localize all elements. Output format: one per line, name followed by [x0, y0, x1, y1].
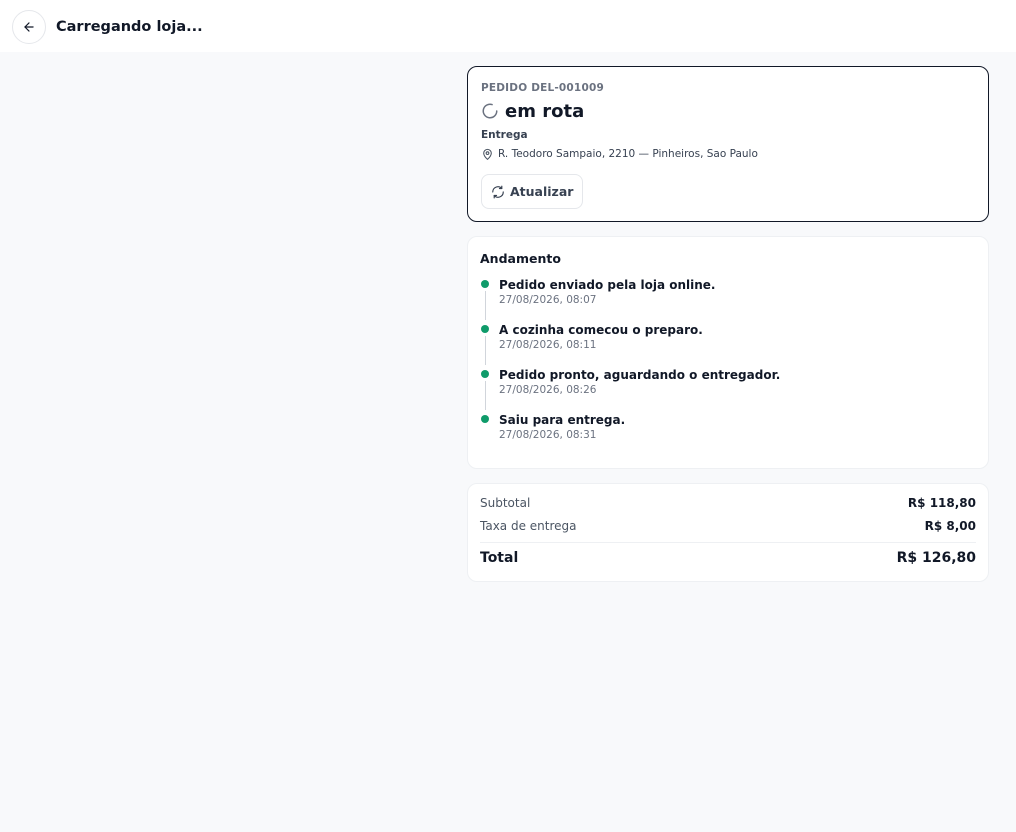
delivery-fee-row: Taxa de entrega R$ 8,00	[480, 519, 976, 533]
page-title: Carregando loja...	[56, 19, 203, 35]
timeline-connector	[484, 381, 486, 410]
timeline-event-text: Pedido enviado pela loja online.	[499, 278, 716, 292]
timeline-item: Saiu para entrega. 27/08/2026, 08:31	[480, 412, 980, 457]
timeline-connector	[484, 291, 486, 320]
refresh-icon	[492, 185, 504, 198]
refresh-button[interactable]: Atualizar	[481, 174, 584, 209]
timeline-event-time: 27/08/2026, 08:11	[499, 339, 597, 351]
timeline-event-time: 27/08/2026, 08:26	[499, 384, 597, 396]
timeline-list: Pedido enviado pela loja online. 27/08/2…	[480, 277, 980, 457]
subtotal-value: R$ 118,80	[907, 496, 976, 510]
timeline-event-time: 27/08/2026, 08:07	[499, 294, 597, 306]
timeline-item: A cozinha comecou o preparo. 27/08/2026,…	[480, 322, 980, 367]
timeline-dot	[481, 325, 489, 333]
timeline-event-time: 27/08/2026, 08:31	[499, 429, 597, 441]
totals-divider	[480, 542, 976, 543]
order-status: em rota	[505, 100, 585, 122]
timeline-item: Pedido pronto, aguardando o entregador. …	[480, 367, 980, 412]
delivery-mode: Entrega	[481, 129, 528, 141]
timeline-dot	[481, 415, 489, 423]
subtotal-row: Subtotal R$ 118,80	[480, 496, 976, 510]
timeline-title: Andamento	[480, 251, 561, 266]
timeline-item: Pedido enviado pela loja online. 27/08/2…	[480, 277, 980, 322]
order-id: PEDIDO DEL-001009	[481, 82, 604, 94]
timeline-event-text: Pedido pronto, aguardando o entregador.	[499, 368, 781, 382]
timeline-connector	[484, 336, 486, 365]
delivery-address: R. Teodoro Sampaio, 2210 — Pinheiros, Sa…	[498, 148, 758, 160]
timeline-dot	[481, 370, 489, 378]
subtotal-label: Subtotal	[480, 496, 531, 510]
status-row: em rota	[481, 99, 584, 123]
map-pin-icon	[483, 148, 492, 160]
refresh-label: Atualizar	[510, 184, 574, 199]
spinner-icon	[482, 103, 498, 119]
top-bar: Carregando loja...	[0, 0, 1016, 52]
totals-card: Subtotal R$ 118,80 Taxa de entrega R$ 8,…	[467, 483, 989, 582]
order-status-card: PEDIDO DEL-001009 em rota Entrega R. Teo…	[467, 66, 989, 222]
timeline-event-text: A cozinha comecou o preparo.	[499, 323, 703, 337]
timeline-card: Andamento Pedido enviado pela loja onlin…	[467, 236, 989, 469]
back-button[interactable]	[12, 10, 46, 44]
total-label: Total	[480, 550, 519, 566]
total-row: Total R$ 126,80	[480, 550, 976, 566]
total-value: R$ 126,80	[896, 550, 976, 566]
timeline-event-text: Saiu para entrega.	[499, 413, 626, 427]
timeline-dot	[481, 280, 489, 288]
delivery-fee-label: Taxa de entrega	[480, 519, 577, 533]
address-row: R. Teodoro Sampaio, 2210 — Pinheiros, Sa…	[481, 146, 758, 162]
delivery-fee-value: R$ 8,00	[924, 519, 976, 533]
arrow-left-icon	[24, 22, 34, 32]
